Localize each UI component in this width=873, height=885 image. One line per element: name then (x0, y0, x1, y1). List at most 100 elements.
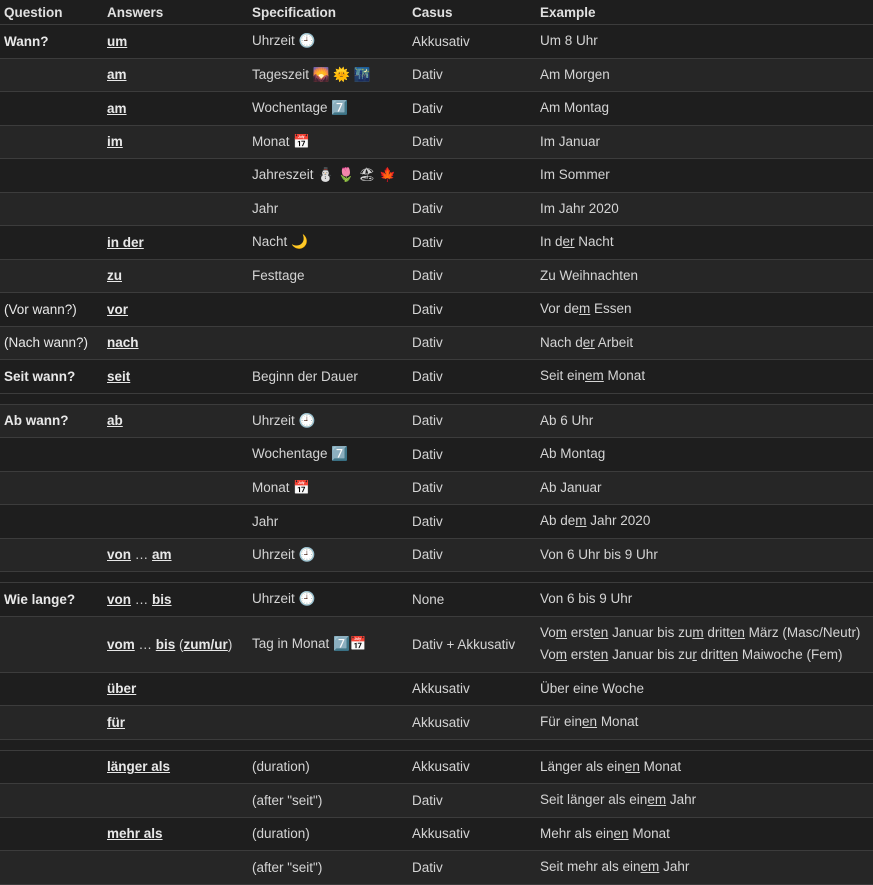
example-line: Um 8 Uhr (540, 30, 873, 52)
cell-example: Im Jahr 2020 (536, 192, 873, 226)
cell-answer: in der (103, 225, 248, 260)
cell-example: In der Nacht (536, 225, 873, 260)
example-part: Jahr (666, 792, 697, 808)
example-part: In d (540, 234, 563, 250)
cell-casus: Dativ (408, 783, 536, 818)
example-part: Zu Weihnachten (540, 267, 639, 283)
example-part: Monat (603, 368, 646, 384)
example-part: m (555, 625, 568, 640)
header-specification: Specification (248, 0, 408, 25)
cell-example: Im Sommer (536, 158, 873, 193)
answer-preposition: nach (107, 335, 139, 351)
cell-question (0, 158, 103, 193)
example-part: Essen (590, 301, 632, 317)
cell-answer: von … bis (103, 582, 248, 617)
example-line: Ab 6 Uhr (540, 410, 873, 432)
cell-example: Seit einem Monat (536, 359, 873, 394)
example-line: Im Januar (540, 131, 873, 153)
cell-specification: Monat 📅 (248, 471, 408, 505)
header-question: Question (0, 0, 103, 25)
table-row: Seit wann? seit Beginn der Dauer Dativ Seit … (0, 359, 873, 394)
cell-answer: vor (103, 292, 248, 327)
cell-specification: Jahr (248, 504, 408, 539)
answer-preposition: seit (107, 368, 131, 384)
table-row: Jahr Dativ Ab dem Jahr 2020 (0, 504, 873, 539)
example-part: Januar bis zu (608, 647, 693, 662)
table-row: zu Festtage Dativ Zu Weihnachten (0, 259, 873, 293)
cell-specification: Nacht 🌙 (248, 225, 408, 260)
cell-example: Vor dem Essen (536, 292, 873, 327)
example-part: Am Morgen (540, 66, 610, 82)
example-part: Mehr als ein (540, 825, 614, 841)
table-row: von … am Uhrzeit 🕘 Dativ Von 6 Uhr bis 9 Uh… (0, 538, 873, 572)
table-row: über Akkusativ Über eine Woche (0, 672, 873, 706)
example-line: Seit einem Monat (540, 365, 873, 387)
answer-preposition: mehr als (107, 826, 163, 842)
answer-part: … (131, 547, 153, 563)
cell-answer (103, 158, 248, 193)
table-row: mehr als (duration) Akkusativ Mehr als eine… (0, 817, 873, 851)
cell-question (0, 817, 103, 851)
answer-part: … (131, 591, 153, 607)
cell-answer: zu (103, 259, 248, 293)
example-part: en (593, 625, 609, 640)
cell-example: Am Montag (536, 91, 873, 126)
cell-answer: ab (103, 404, 248, 438)
table-body: Wann? um Uhrzeit 🕘 Akkusativ Um 8 Uhr am Tages… (0, 24, 873, 885)
cell-casus: Dativ (408, 58, 536, 92)
cell-casus: Akkusativ (408, 817, 536, 851)
table-row: Ab wann? ab Uhrzeit 🕘 Dativ Ab 6 Uhr (0, 404, 873, 438)
example-line: Zu Weihnachten (540, 265, 873, 287)
example-line: Am Montag (540, 97, 873, 119)
cell-question (0, 225, 103, 260)
example-part: en (613, 825, 629, 841)
answer-preposition: ab (107, 413, 123, 429)
example-part: Von 6 Uhr bis 9 Uhr (540, 546, 658, 562)
spacer-cell (0, 571, 873, 583)
answer-part: von (107, 591, 132, 607)
cell-example: Nach der Arbeit (536, 326, 873, 360)
example-part: Seit länger als ein (540, 792, 648, 808)
table-row: in der Nacht 🌙 Dativ In der Nacht (0, 225, 873, 260)
cell-specification: (duration) (248, 817, 408, 851)
cell-answer: länger als (103, 750, 248, 784)
table-header: Question Answers Specification Casus Exa… (0, 0, 873, 25)
table-row: (after "seit") Dativ Seit länger als einem… (0, 783, 873, 818)
table-row: Monat 📅 Dativ Ab Januar (0, 471, 873, 505)
cell-example: Ab dem Jahr 2020 (536, 504, 873, 539)
example-part: Januar bis zu (608, 625, 693, 640)
cell-answer: von … am (103, 538, 248, 572)
table-row: (after "seit") Dativ Seit mehr als einem J… (0, 850, 873, 885)
cell-specification: Tageszeit 🌄 🌞 🌃 (248, 58, 408, 92)
example-part: Ab Montag (540, 446, 606, 462)
example-part: m (555, 647, 568, 662)
table-row: länger als (duration) Akkusativ Länger als … (0, 750, 873, 784)
example-part: Im Jahr 2020 (540, 200, 619, 216)
cell-casus: Dativ (408, 471, 536, 505)
example-part: erst (567, 647, 594, 662)
example-line: In der Nacht (540, 231, 873, 253)
cell-example: Ab Montag (536, 437, 873, 472)
table-row: Wie lange? von … bis Uhrzeit 🕘 None Von 6 bi… (0, 582, 873, 617)
cell-specification: (after "seit") (248, 850, 408, 885)
example-part: em (640, 859, 660, 875)
answer-preposition: im (107, 134, 123, 150)
example-part: en (729, 625, 745, 640)
table-row: im Monat 📅 Dativ Im Januar (0, 125, 873, 159)
cell-question: Wann? (0, 24, 103, 59)
cell-question: (Vor wann?) (0, 292, 103, 327)
example-line: Vom ersten Januar bis zur dritten Maiwoc… (540, 644, 873, 666)
example-line: Ab Montag (540, 443, 873, 465)
cell-example: Seit mehr als einem Jahr (536, 850, 873, 885)
cell-casus: Dativ (408, 292, 536, 327)
example-line: Im Jahr 2020 (540, 198, 873, 220)
cell-answer (103, 471, 248, 505)
cell-example: Zu Weihnachten (536, 259, 873, 293)
cell-answer: vom … bis (zum/ur) (103, 616, 248, 673)
answer-preposition: am (107, 67, 127, 83)
cell-question (0, 259, 103, 293)
example-line: Vor dem Essen (540, 298, 873, 320)
cell-question: (Nach wann?) (0, 326, 103, 360)
cell-specification: (duration) (248, 750, 408, 784)
cell-question (0, 672, 103, 706)
